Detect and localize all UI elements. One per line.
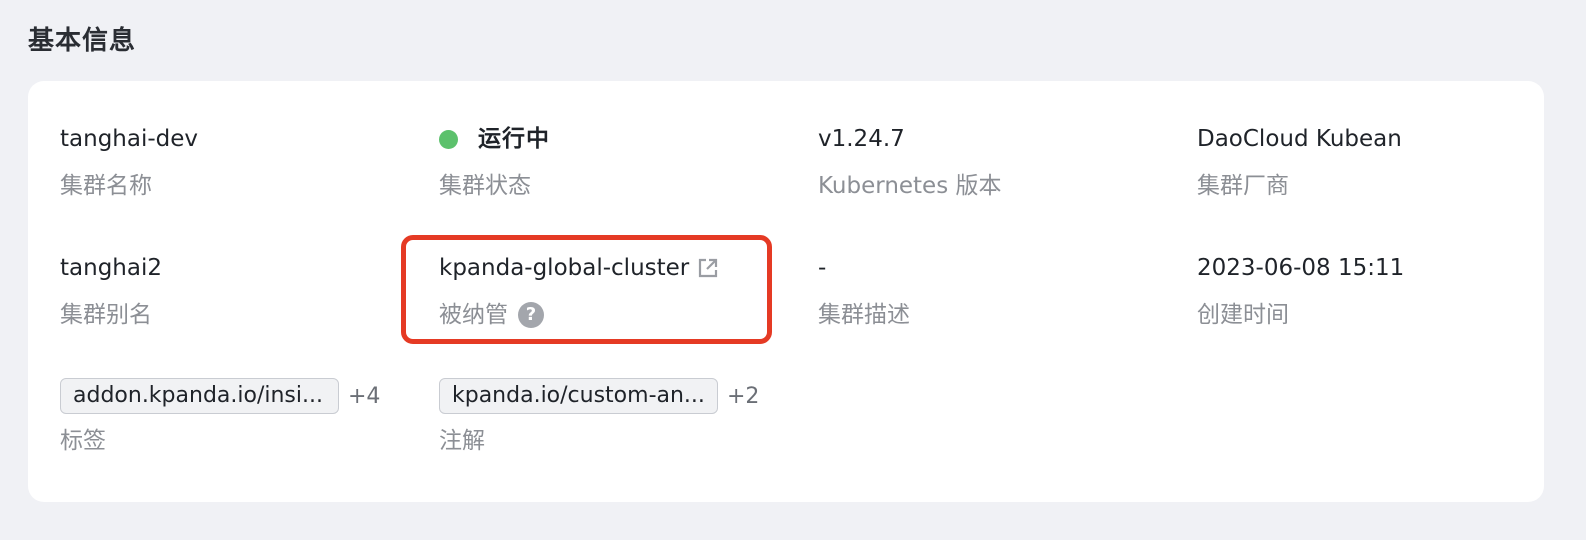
field-cluster-status: 运行中 集群状态 — [439, 124, 550, 201]
field-annotations: kpanda.io/custom-an... +2 注解 — [439, 378, 759, 456]
k8s-version-value: v1.24.7 — [818, 126, 905, 152]
field-managed-by: kpanda-global-cluster 被纳管 ? — [439, 253, 719, 330]
created-at-label: 创建时间 — [1197, 302, 1289, 328]
description-value: - — [818, 255, 827, 281]
description-label: 集群描述 — [818, 302, 910, 328]
labels-label: 标签 — [60, 428, 106, 454]
alias-label: 集群别名 — [60, 302, 152, 328]
status-running-dot — [439, 129, 458, 149]
field-description: - 集群描述 — [818, 253, 910, 330]
annotation-tag[interactable]: kpanda.io/custom-an... — [439, 378, 718, 414]
cluster-name-label: 集群名称 — [60, 173, 152, 199]
created-at-value: 2023-06-08 15:11 — [1197, 255, 1405, 281]
field-cluster-name: tanghai-dev 集群名称 — [60, 124, 198, 201]
field-k8s-version: v1.24.7 Kubernetes 版本 — [818, 124, 1002, 201]
annotations-label: 注解 — [439, 428, 485, 454]
k8s-version-label: Kubernetes 版本 — [818, 173, 1002, 199]
managed-by-label: 被纳管 — [439, 302, 508, 328]
vendor-label: 集群厂商 — [1197, 173, 1289, 199]
external-link-icon[interactable] — [697, 257, 719, 279]
cluster-status-label: 集群状态 — [439, 173, 531, 199]
basic-info-card: tanghai-dev 集群名称 运行中 集群状态 v1.24.7 Kubern… — [28, 81, 1544, 502]
cluster-status-value: 运行中 — [478, 126, 550, 152]
managed-by-value-row: kpanda-global-cluster — [439, 253, 719, 283]
cluster-name-value: tanghai-dev — [60, 126, 199, 152]
annotations-more-count[interactable]: +2 — [727, 384, 759, 409]
alias-value: tanghai2 — [60, 255, 162, 281]
field-vendor: DaoCloud Kubean 集群厂商 — [1197, 124, 1402, 201]
field-created-at: 2023-06-08 15:11 创建时间 — [1197, 253, 1404, 330]
managed-by-link[interactable]: kpanda-global-cluster — [439, 253, 689, 283]
vendor-value: DaoCloud Kubean — [1197, 126, 1402, 152]
managed-by-label-row: 被纳管 ? — [439, 300, 719, 330]
question-circle-icon[interactable]: ? — [518, 302, 544, 328]
field-alias: tanghai2 集群别名 — [60, 253, 162, 330]
labels-more-count[interactable]: +4 — [348, 384, 380, 409]
section-title: 基本信息 — [28, 26, 137, 56]
label-tag[interactable]: addon.kpanda.io/insi... — [60, 378, 339, 414]
field-labels: addon.kpanda.io/insi... +4 标签 — [60, 378, 380, 456]
annotations-tag-row: kpanda.io/custom-an... +2 — [439, 378, 759, 414]
cluster-status-value-row: 运行中 — [439, 124, 550, 154]
labels-tag-row: addon.kpanda.io/insi... +4 — [60, 378, 380, 414]
